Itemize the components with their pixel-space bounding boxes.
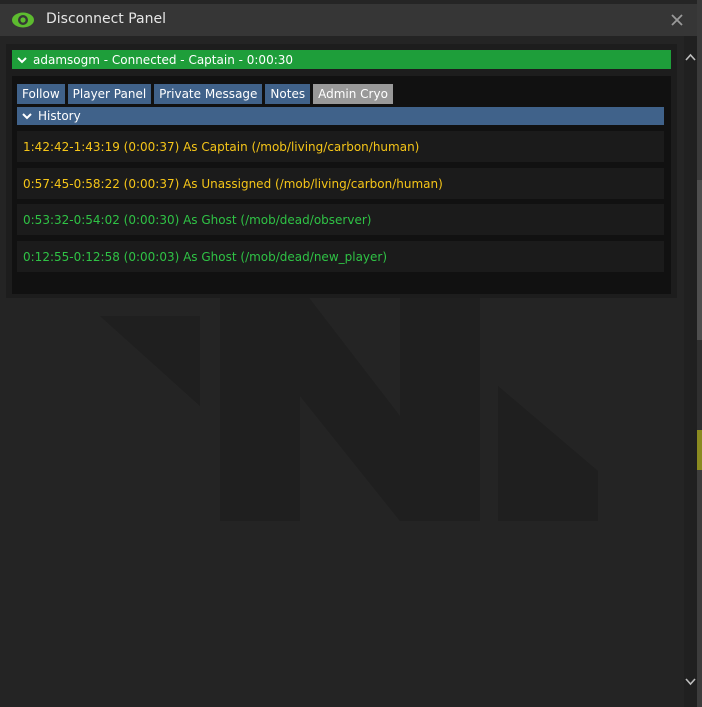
player-status-header[interactable]: adamsogm - Connected - Captain - 0:00:30 xyxy=(12,50,671,69)
scroll-up-icon[interactable] xyxy=(684,52,697,62)
notes-button[interactable]: Notes xyxy=(265,84,311,104)
disconnect-panel-window: Disconnect Panel adamsogm - Connected - … xyxy=(0,0,697,707)
chevron-down-icon xyxy=(17,56,27,63)
panel-content: adamsogm - Connected - Captain - 0:00:30… xyxy=(0,36,684,707)
vertical-scrollbar[interactable] xyxy=(684,36,697,707)
action-button-row: Follow Player Panel Private Message Note… xyxy=(17,84,396,104)
background-sliver xyxy=(697,470,702,707)
history-entry: 0:57:45-0:58:22 (0:00:37) As Unassigned … xyxy=(17,168,664,199)
background-sliver xyxy=(697,340,702,430)
admin-cryo-button[interactable]: Admin Cryo xyxy=(313,84,393,104)
window-title: Disconnect Panel xyxy=(46,11,166,27)
background-sliver xyxy=(697,0,702,180)
history-section-header[interactable]: History xyxy=(17,107,664,125)
player-panel-button[interactable]: Player Panel xyxy=(67,84,152,104)
history-entry: 0:53:32-0:54:02 (0:00:30) As Ghost (/mob… xyxy=(17,204,664,235)
background-sliver xyxy=(697,180,702,340)
title-bar[interactable]: Disconnect Panel xyxy=(0,4,697,36)
scroll-down-icon[interactable] xyxy=(684,677,697,687)
private-message-button[interactable]: Private Message xyxy=(154,84,263,104)
follow-button[interactable]: Follow xyxy=(17,84,65,104)
chevron-down-icon xyxy=(22,113,32,120)
history-entry: 0:12:55-0:12:58 (0:00:03) As Ghost (/mob… xyxy=(17,241,664,272)
player-details: Follow Player Panel Private Message Note… xyxy=(12,76,671,294)
eye-icon xyxy=(12,12,34,28)
player-status-text: adamsogm - Connected - Captain - 0:00:30 xyxy=(33,52,294,67)
watermark-logo xyxy=(100,286,598,521)
background-sliver xyxy=(697,430,702,470)
history-label: History xyxy=(38,109,81,123)
history-entry: 1:42:42-1:43:19 (0:00:37) As Captain (/m… xyxy=(17,131,664,162)
close-icon[interactable] xyxy=(669,12,685,28)
player-section: adamsogm - Connected - Captain - 0:00:30… xyxy=(6,44,677,298)
